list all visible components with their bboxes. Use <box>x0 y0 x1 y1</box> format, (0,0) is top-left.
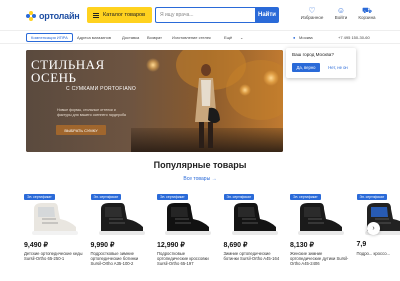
product-name[interactable]: Женские зимние ортопедические дутики Sur… <box>290 251 350 267</box>
product-card[interactable]: Эл. сертификат 7,9 Подро... кроссо... <box>356 194 400 281</box>
compensation-button[interactable]: Компенсация ИПРА <box>26 33 73 42</box>
logo-text: ортолайн <box>39 11 80 21</box>
carousel-next-button[interactable]: › <box>367 222 380 235</box>
chevron-down-icon: ⌄ <box>240 35 244 40</box>
banner-title-line2: ОСЕНЬ <box>31 70 77 85</box>
certificate-badge: Эл. сертификат <box>356 194 388 200</box>
product-price: 8,690 ₽ <box>223 242 248 249</box>
nav-item-return[interactable]: Возврат <box>147 35 162 40</box>
product-name[interactable]: Подростковые ортопедические кроссовки Su… <box>157 251 217 267</box>
nav-item-delivery[interactable]: Доставка <box>122 35 139 40</box>
nav-item-more[interactable]: Ещё <box>224 35 232 40</box>
product-image <box>98 203 145 235</box>
product-price: 9,490 ₽ <box>24 242 48 249</box>
banner-title-line3: С СУМКАМИ PORTOFIANO <box>66 86 137 92</box>
product-price: 9,990 ₽ <box>90 242 115 249</box>
catalog-button[interactable]: Каталог товаров <box>87 7 152 23</box>
product-price: 12,990 ₽ <box>157 242 185 249</box>
certificate-badge: Эл. сертификат <box>24 194 55 200</box>
catalog-label: Каталог товаров <box>103 12 145 18</box>
top-nav: Компенсация ИПРА Адреса магазинов Достав… <box>0 30 400 44</box>
header: ортолайн Каталог товаров Я ищу врача... … <box>0 0 400 30</box>
location-pin-icon: ● <box>293 35 296 40</box>
nav-item-insoles[interactable]: Изготовление стелек <box>172 35 211 40</box>
search-button[interactable]: Найти <box>255 7 279 23</box>
nav-item-stores[interactable]: Адреса магазинов <box>77 35 111 40</box>
certificate-badge: Эл. сертификат <box>223 194 255 200</box>
section-title: Популярные товары <box>153 160 247 170</box>
cart-label: Корзина <box>358 15 376 20</box>
product-price: 7,9 <box>356 241 367 248</box>
product-image <box>32 203 78 235</box>
banner-subtitle: Новые формы, стильные оттенки и фактуры … <box>57 108 126 117</box>
product-card[interactable]: Эл. сертификат 8,690 ₽ Зимние ортопедическ… <box>223 194 286 281</box>
promo-banner[interactable]: СТИЛЬНАЯ ОСЕНЬ С СУМКАМИ PORTOFIANO Новы… <box>26 50 283 152</box>
city-confirm-popup: Ваш город Москва? Да, верно Нет, не он <box>286 48 356 78</box>
city-question: Ваш город Москва? <box>292 52 334 57</box>
banner-cta-button[interactable]: ВЫБРАТЬ СУМКУ <box>56 125 106 135</box>
phone-number[interactable]: +7 495 150-30-60 <box>338 35 370 40</box>
banner-model-image <box>195 64 220 148</box>
product-carousel: Эл. сертификат 9,490 ₽ Детские ортопедичес… <box>24 194 400 281</box>
all-products-link[interactable]: Все товары → <box>0 176 400 182</box>
product-image <box>165 203 211 235</box>
certificate-badge: Эл. сертификат <box>157 194 188 200</box>
favorites-label: Избранное <box>300 15 324 20</box>
product-name[interactable]: Подростковые зимние ортопедические ботин… <box>91 251 151 267</box>
login-label: Войти <box>334 15 348 20</box>
cart-icon: ⛟ <box>361 6 373 15</box>
cart-button[interactable]: ⛟ Корзина <box>350 6 384 20</box>
city-confirm-yes-button[interactable]: Да, верно <box>292 63 320 72</box>
search-input[interactable]: Я ищу врача... <box>155 7 255 23</box>
logo-icon <box>26 11 36 21</box>
product-name[interactable]: Подро... кроссо... <box>357 251 400 256</box>
product-card[interactable]: Эл. сертификат 9,990 ₽ Подростковые зимние… <box>90 194 153 281</box>
product-price: 8,130 ₽ <box>290 242 314 249</box>
page: ортолайн Каталог товаров Я ищу врача... … <box>0 0 400 281</box>
city-confirm-no-button[interactable]: Нет, не он <box>324 63 352 72</box>
certificate-badge: Эл. сертификат <box>290 194 321 200</box>
product-name[interactable]: Детские ортопедические кеды Sursil-Ortho… <box>24 251 84 261</box>
chevron-right-icon: › <box>372 225 375 232</box>
product-image <box>298 203 344 235</box>
city-selector[interactable]: Москва <box>299 35 313 40</box>
product-card[interactable]: Эл. сертификат 8,130 ₽ Женские зимние орто… <box>290 194 352 281</box>
menu-icon <box>93 12 99 18</box>
product-name[interactable]: Зимние ортопедические ботинки Sursil-Ort… <box>224 251 284 261</box>
product-card[interactable]: Эл. сертификат 12,990 ₽ Подростковые ортоп… <box>157 194 219 281</box>
certificate-badge: Эл. сертификат <box>90 194 122 200</box>
logo[interactable]: ортолайн <box>26 9 80 23</box>
product-image <box>231 203 278 235</box>
product-card[interactable]: Эл. сертификат 9,490 ₽ Детские ортопедичес… <box>24 194 86 281</box>
